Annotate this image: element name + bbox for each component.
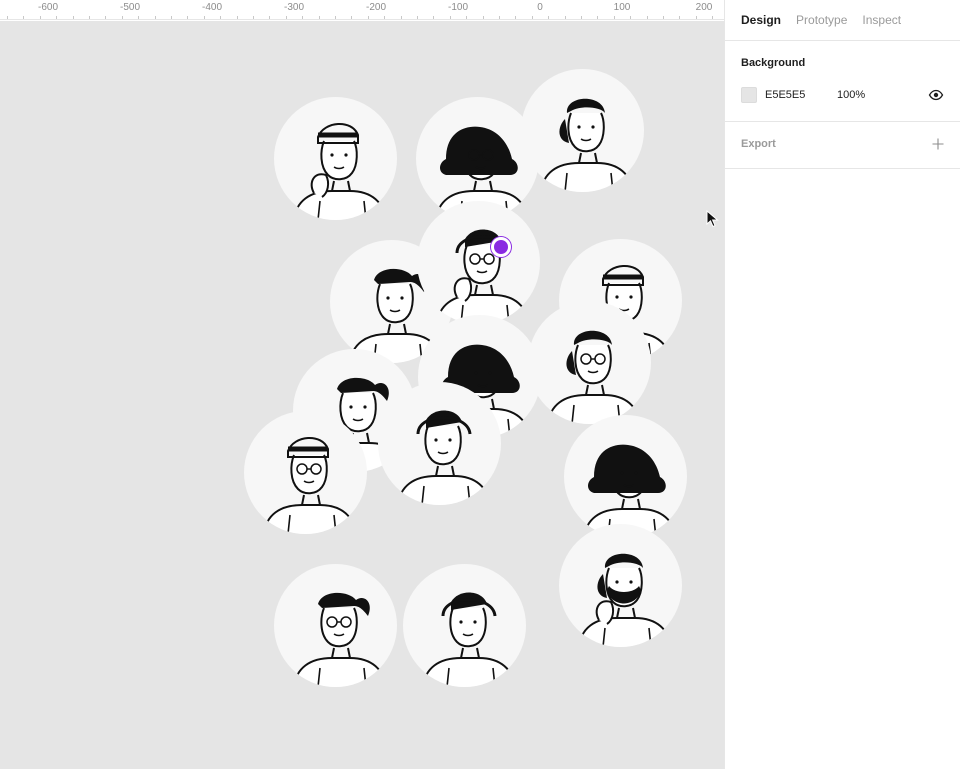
mouse-cursor-icon — [706, 210, 719, 228]
ruler-tick-mark — [614, 16, 615, 19]
ruler-tick-mark — [319, 16, 320, 19]
ruler-tick-mark — [368, 16, 369, 19]
person-illustration-icon — [583, 444, 677, 538]
export-section-title: Export — [741, 138, 776, 150]
ruler-tick-mark — [499, 16, 500, 19]
person-illustration-icon — [293, 592, 387, 687]
avatar-woman-ponytail-shrug[interactable] — [378, 382, 501, 505]
ruler-tick-mark — [483, 16, 484, 19]
ruler-tick-mark — [450, 16, 451, 19]
ruler-tick-mark — [286, 16, 287, 19]
ruler-tick-label: -200 — [365, 2, 387, 13]
background-hex-value[interactable]: E5E5E5 — [765, 89, 837, 101]
ruler-tick-mark — [384, 16, 385, 19]
ruler-tick-label: -100 — [447, 2, 469, 13]
ruler-tick-mark — [696, 16, 697, 19]
plus-icon[interactable] — [932, 138, 944, 150]
ruler-tick-mark — [171, 16, 172, 19]
person-illustration-icon — [293, 123, 387, 220]
ruler-tick-mark — [56, 16, 57, 19]
ruler-tick-label: 0 — [537, 2, 543, 13]
eye-icon[interactable] — [928, 87, 944, 103]
person-illustration-icon — [422, 592, 516, 687]
person-illustration-icon — [436, 229, 530, 324]
ruler-tick-mark — [581, 16, 582, 19]
ruler-tick-mark — [7, 16, 8, 19]
ruler-tick-mark — [548, 16, 549, 19]
ruler-tick-mark — [679, 16, 680, 19]
avatar-man-beanie-chin-rest[interactable] — [564, 415, 687, 538]
ruler-tick-mark — [515, 16, 516, 19]
design-canvas[interactable] — [0, 21, 724, 769]
tab-design[interactable]: Design — [741, 13, 781, 40]
figma-app: -600 -500 -400 -300 -200 -100 0 100 200 Design P… — [0, 0, 960, 769]
properties-panel: Design Prototype Inspect Background E5E5… — [724, 0, 960, 769]
background-section-title: Background — [741, 57, 806, 69]
ruler-tick-mark — [630, 16, 631, 19]
avatar-woman-headset[interactable] — [521, 69, 644, 192]
export-section: Export — [725, 122, 960, 169]
person-illustration-icon — [263, 437, 357, 534]
horizontal-ruler: -600 -500 -400 -300 -200 -100 0 100 200 — [0, 0, 724, 20]
ruler-tick-mark — [565, 16, 566, 19]
ruler-tick-label: 200 — [695, 2, 713, 13]
person-illustration-icon — [578, 553, 672, 647]
ruler-tick-mark — [23, 16, 24, 19]
ruler-tick-label: -300 — [283, 2, 305, 13]
ruler-tick-mark — [597, 16, 598, 19]
ruler-tick-mark — [73, 16, 74, 19]
avatar-man-headband-chin-rest[interactable] — [274, 97, 397, 220]
export-row: Export — [741, 138, 944, 150]
ruler-tick-mark — [401, 16, 402, 19]
tab-prototype[interactable]: Prototype — [796, 13, 847, 40]
ruler-tick-mark — [105, 16, 106, 19]
ruler-tick-mark — [302, 16, 303, 19]
ruler-tick-mark — [204, 16, 205, 19]
ruler-tick-mark — [89, 16, 90, 19]
avatar-woman-holding-box[interactable] — [528, 301, 651, 424]
avatar-man-waving-backpack[interactable] — [403, 564, 526, 687]
avatar-man-beard[interactable] — [559, 524, 682, 647]
ruler-tick-mark — [187, 16, 188, 19]
ruler-tick-label: -600 — [37, 2, 59, 13]
ruler-tick-mark — [417, 16, 418, 19]
background-opacity-value[interactable]: 100% — [837, 89, 928, 101]
ruler-tick-mark — [122, 16, 123, 19]
ruler-tick-mark — [220, 16, 221, 19]
avatar-man-headphones-chin-rest[interactable] — [417, 201, 540, 324]
ruler-tick-mark — [351, 16, 352, 19]
ruler-tick-mark — [663, 16, 664, 19]
ruler-tick-mark — [712, 16, 713, 19]
ruler-tick-mark — [647, 16, 648, 19]
ruler-tick-mark — [253, 16, 254, 19]
tab-inspect[interactable]: Inspect — [862, 13, 901, 40]
ruler-tick-mark — [138, 16, 139, 19]
ruler-tick-mark — [335, 16, 336, 19]
ruler-tick-mark — [532, 16, 533, 19]
background-color-swatch[interactable] — [741, 87, 757, 103]
background-fill-row: E5E5E5 100% — [741, 86, 944, 104]
person-illustration-icon — [397, 410, 491, 505]
selection-handle-dot[interactable] — [491, 237, 511, 257]
ruler-tick-mark — [433, 16, 434, 19]
avatar-man-laptop[interactable] — [274, 564, 397, 687]
ruler-tick-label: -500 — [119, 2, 141, 13]
ruler-tick-label: 100 — [613, 2, 631, 13]
ruler-tick-mark — [466, 16, 467, 19]
ruler-tick-mark — [155, 16, 156, 19]
panel-tabs: Design Prototype Inspect — [725, 0, 960, 41]
ruler-tick-label: -400 — [201, 2, 223, 13]
ruler-tick-mark — [237, 16, 238, 19]
background-section: Background E5E5E5 100% — [725, 41, 960, 122]
person-illustration-icon — [547, 330, 641, 424]
ruler-tick-mark — [40, 16, 41, 19]
ruler-tick-mark — [269, 16, 270, 19]
avatar-man-overalls[interactable] — [244, 411, 367, 534]
person-illustration-icon — [540, 98, 634, 192]
